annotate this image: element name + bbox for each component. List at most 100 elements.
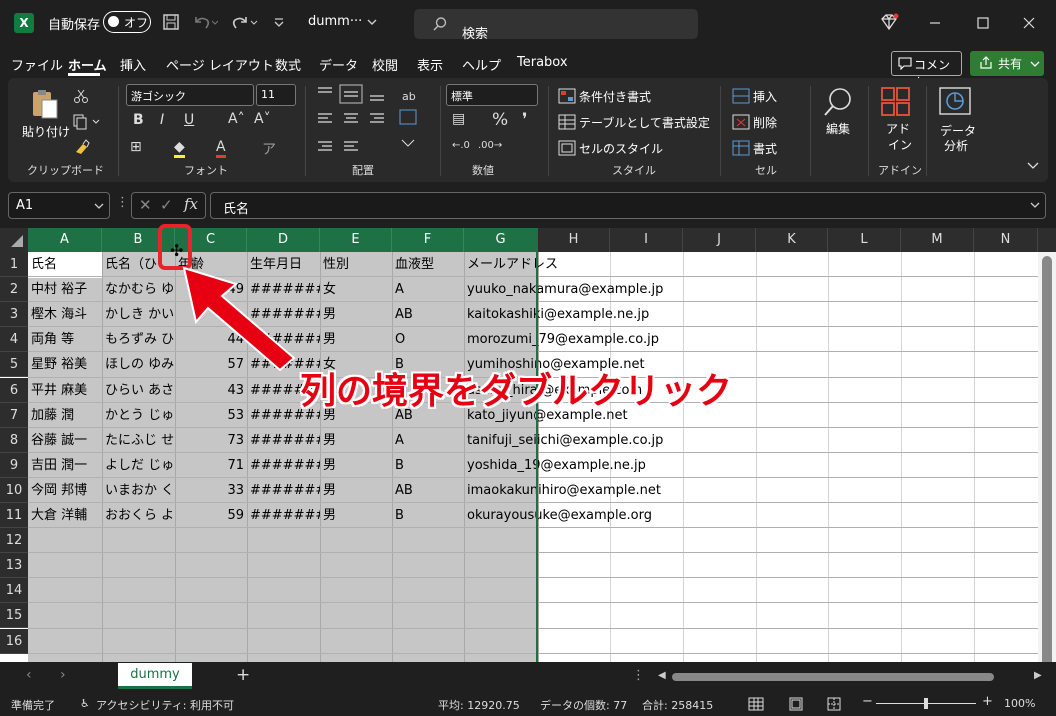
cell-styles-button[interactable]: セルのスタイル (579, 140, 663, 157)
row-header-14[interactable]: 14 (0, 578, 28, 604)
column-header-h[interactable]: H (538, 228, 610, 252)
border-icon[interactable]: ⊞ (130, 139, 142, 155)
copy-icon[interactable] (73, 114, 103, 130)
bold-icon[interactable]: B (133, 112, 144, 128)
decrease-font-icon[interactable]: A˅ (254, 111, 271, 127)
expand-formula-icon[interactable] (1029, 201, 1041, 211)
font-color-icon[interactable]: A (216, 139, 226, 158)
scroll-left-icon[interactable]: ◀ (658, 670, 666, 681)
fill-color-icon[interactable]: ◆ (174, 139, 185, 158)
column-header-g[interactable]: G (464, 228, 538, 252)
currency-icon[interactable]: ▤ (452, 111, 465, 127)
cell-b3[interactable]: かしき かい (102, 302, 175, 327)
row-header-16[interactable]: 16 (0, 628, 28, 654)
insert-cells-button[interactable]: 挿入 (753, 88, 777, 105)
maximize-icon[interactable] (976, 16, 990, 30)
save-icon[interactable] (162, 13, 180, 31)
redo-icon[interactable] (230, 13, 258, 31)
editing-search-icon[interactable] (822, 86, 856, 118)
enter-icon[interactable]: ✓ (160, 196, 173, 214)
cell-b2[interactable]: なかむら ゆ (102, 277, 175, 302)
accessibility-status[interactable]: アクセシビリティ: 利用不可 (96, 697, 234, 713)
scroll-right-icon[interactable]: ▶ (1034, 670, 1042, 681)
cell-a5[interactable]: 星野 裕美 (28, 352, 102, 377)
cell-b9[interactable]: よしだ じゅ (102, 453, 175, 478)
more-icon[interactable]: ⋮ (632, 668, 645, 683)
row-header-8[interactable]: 8 (0, 427, 28, 453)
number-format-select[interactable]: 標準 (446, 84, 538, 106)
row-header-15[interactable]: 15 (0, 603, 28, 629)
column-header-n[interactable]: N (974, 228, 1038, 252)
format-as-table-icon[interactable] (558, 114, 576, 130)
cell-g2[interactable]: yuuko_nakamura@example.jp (464, 277, 764, 302)
tab-file[interactable]: ファイル (11, 55, 63, 74)
phonetic-icon[interactable]: ア (262, 139, 276, 159)
decrease-decimal-icon[interactable]: .00→ (478, 140, 502, 151)
more-icon[interactable]: ⋮ (116, 195, 129, 210)
add-ins-icon[interactable] (880, 86, 912, 116)
cell-f3[interactable]: AB (392, 302, 464, 327)
sheet-tab-dummy[interactable]: dummy (118, 663, 192, 689)
cell-g8[interactable]: tanifuji_seiichi@example.co.jp (464, 428, 764, 453)
editing-button[interactable]: 編集 (826, 120, 850, 137)
collapse-ribbon-icon[interactable] (1026, 160, 1040, 172)
insert-function-icon[interactable]: fx (184, 195, 198, 213)
zoom-slider-thumb[interactable] (924, 698, 928, 709)
cell-b6[interactable]: ひらい あさ (102, 378, 175, 403)
underline-icon[interactable]: U (184, 112, 194, 128)
insert-cells-icon[interactable] (732, 88, 750, 104)
cell-e11[interactable]: 男 (320, 503, 392, 528)
row-header-3[interactable]: 3 (0, 302, 28, 328)
row-header-6[interactable]: 6 (0, 377, 28, 403)
row-header-12[interactable]: 12 (0, 528, 28, 554)
cell-c6[interactable]: 43 (175, 378, 247, 403)
delete-cells-button[interactable]: 削除 (753, 114, 777, 131)
next-sheet-icon[interactable]: › (60, 667, 66, 683)
increase-font-icon[interactable]: A˄ (228, 111, 245, 127)
zoom-in-icon[interactable]: + (982, 694, 993, 709)
row-header-9[interactable]: 9 (0, 452, 28, 478)
horizontal-scroll-thumb[interactable] (672, 673, 994, 681)
percent-icon[interactable]: % (492, 110, 508, 130)
vertical-scroll-thumb[interactable] (1042, 256, 1052, 662)
spreadsheet-grid[interactable]: ABCDEFGHIJKLMN 1 2 3 4 5 6 7 8 9 10 11 12 13 14 15 16 氏名… (0, 228, 1056, 662)
cell-a11[interactable]: 大倉 洋輔 (28, 503, 102, 528)
tab-insert[interactable]: 挿入 (120, 55, 146, 74)
cell-g10[interactable]: imaokakunihiro@example.net (464, 478, 764, 503)
search-box[interactable]: 検索 (414, 9, 698, 42)
cell-c10[interactable]: 33 (175, 478, 247, 503)
cell-c8[interactable]: 73 (175, 428, 247, 453)
increase-decimal-icon[interactable]: ←.0 (452, 140, 470, 151)
cell-f11[interactable]: B (392, 503, 464, 528)
column-header-k[interactable]: K (756, 228, 828, 252)
cell-g9[interactable]: yoshida_19@example.ne.jp (464, 453, 764, 478)
cell-f8[interactable]: A (392, 428, 464, 453)
tab-page-layout[interactable]: ページ レイアウト (166, 55, 274, 74)
column-header-e[interactable]: E (320, 228, 392, 252)
conditional-format-icon[interactable] (558, 88, 576, 104)
tab-review[interactable]: 校閲 (372, 55, 398, 74)
tab-terabox[interactable]: Terabox (517, 55, 568, 70)
cell-d9[interactable]: ####### (247, 453, 320, 478)
cell-f4[interactable]: O (392, 327, 464, 352)
format-as-table-button[interactable]: テーブルとして書式設定 (579, 114, 710, 131)
cell-c9[interactable]: 71 (175, 453, 247, 478)
cell-e4[interactable]: 男 (320, 327, 392, 352)
column-header-a[interactable]: A (28, 228, 102, 252)
diamond-icon[interactable] (878, 12, 900, 32)
cell-e9[interactable]: 男 (320, 453, 392, 478)
cell-e8[interactable]: 男 (320, 428, 392, 453)
tab-data[interactable]: データ (319, 55, 358, 74)
add-sheet-button[interactable]: + (236, 665, 250, 685)
undo-icon[interactable] (192, 13, 218, 31)
row-header-5[interactable]: 5 (0, 352, 28, 378)
cell-f2[interactable]: A (392, 277, 464, 302)
cell-e1[interactable]: 性別 (320, 252, 392, 277)
row-header-13[interactable]: 13 (0, 553, 28, 579)
tab-help[interactable]: ヘルプ (462, 55, 501, 74)
data-analysis-label-2[interactable]: 分析 (944, 137, 968, 154)
select-all-icon[interactable] (8, 234, 24, 248)
column-header-l[interactable]: L (828, 228, 901, 252)
comma-icon[interactable]: ❜ (522, 110, 527, 130)
cell-a2[interactable]: 中村 裕子 (28, 277, 102, 302)
